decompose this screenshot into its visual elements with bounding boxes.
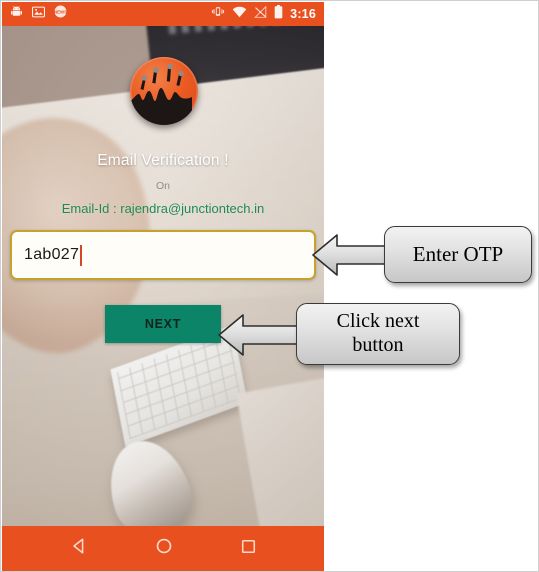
annotation-label-enter-otp: Enter OTP — [384, 226, 532, 283]
otp-input[interactable]: 1ab027 — [10, 230, 316, 280]
annotation-text: Enter OTP — [412, 242, 504, 266]
android-robot-icon — [10, 5, 23, 23]
nav-home-button[interactable] — [155, 537, 173, 560]
text-cursor — [80, 244, 82, 266]
page-title: Email Verification ! — [97, 152, 229, 169]
status-bar-clock: 3:16 — [290, 6, 316, 21]
nav-recents-button[interactable] — [240, 538, 257, 560]
nav-back-button[interactable] — [70, 537, 88, 560]
annotation-text-line1: Click next — [336, 310, 420, 333]
svg-text:NEWS: NEWS — [54, 9, 67, 14]
phone-screen: NEWS 3:16 Email Verification ! On Email-… — [2, 2, 324, 571]
email-id-label: Email-Id : rajendra@junctiontech.in — [61, 201, 265, 216]
android-navigation-bar — [2, 526, 324, 571]
crowd-raised-hands-logo — [130, 57, 198, 125]
next-button[interactable]: NEXT — [105, 305, 221, 343]
screenshot-canvas: NEWS 3:16 Email Verification ! On Email-… — [0, 0, 539, 572]
annotation-label-click-next: Click next button — [296, 303, 460, 365]
status-bar: NEWS 3:16 — [2, 2, 324, 26]
otp-input-value: 1ab027 — [24, 246, 80, 263]
annotation-arrow-to-next-button — [217, 309, 303, 366]
news-icon: NEWS — [54, 5, 67, 23]
annotation-arrow-to-otp-input — [311, 229, 391, 286]
vibrate-icon — [211, 5, 225, 23]
battery-icon — [274, 4, 283, 24]
signal-off-icon — [254, 5, 267, 23]
annotation-text-line2: button — [352, 334, 404, 356]
wifi-icon — [232, 5, 247, 23]
photo-image-icon — [32, 5, 45, 23]
subtitle-on: On — [155, 180, 170, 192]
